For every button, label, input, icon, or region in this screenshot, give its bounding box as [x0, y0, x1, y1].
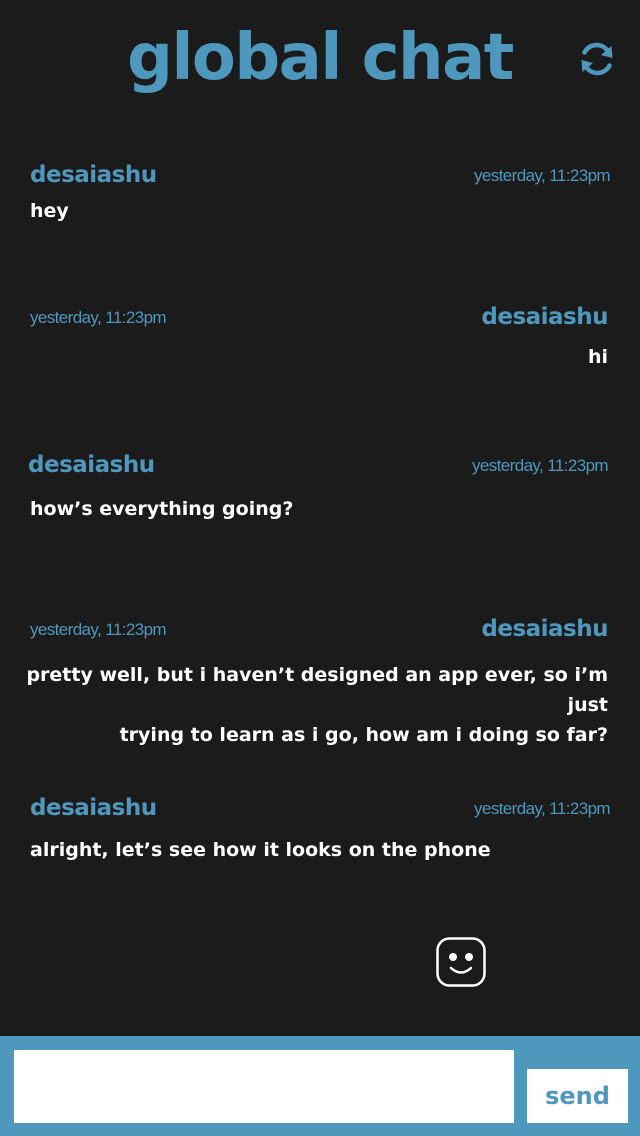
- message-username: desaiashu: [481, 304, 608, 330]
- message-text: pretty well, but i haven’t designed an a…: [18, 660, 608, 750]
- refresh-icon[interactable]: [576, 38, 618, 80]
- message-text: hey: [30, 200, 69, 222]
- message-username: desaiashu: [481, 616, 608, 642]
- message-timestamp: yesterday, 11:23pm: [30, 620, 167, 639]
- message-text-line: pretty well, but i haven’t designed an a…: [26, 664, 608, 716]
- message-composer: send: [0, 1036, 640, 1136]
- message-username: desaiashu: [28, 452, 155, 478]
- page-title: global chat: [127, 21, 514, 95]
- message-timestamp: yesterday, 11:23pm: [474, 166, 611, 185]
- smiley-face-icon[interactable]: [436, 937, 486, 987]
- message-text: alright, let’s see how it looks on the p…: [30, 839, 491, 861]
- message-text-line: trying to learn as i go, how am i doing …: [119, 724, 608, 746]
- refresh-icon-graphic: [581, 42, 613, 76]
- message-timestamp: yesterday, 11:23pm: [474, 799, 611, 818]
- message-timestamp: yesterday, 11:23pm: [472, 456, 609, 475]
- smiley-face-icon-graphic: [436, 937, 486, 987]
- send-button[interactable]: send: [527, 1069, 628, 1123]
- message-username: desaiashu: [30, 162, 157, 188]
- message-text: how’s everything going?: [30, 498, 294, 520]
- message-text: hi: [587, 346, 608, 368]
- header: global chat: [0, 0, 640, 120]
- message-input[interactable]: [14, 1050, 514, 1123]
- message-username: desaiashu: [30, 795, 157, 821]
- message-timestamp: yesterday, 11:23pm: [30, 308, 167, 327]
